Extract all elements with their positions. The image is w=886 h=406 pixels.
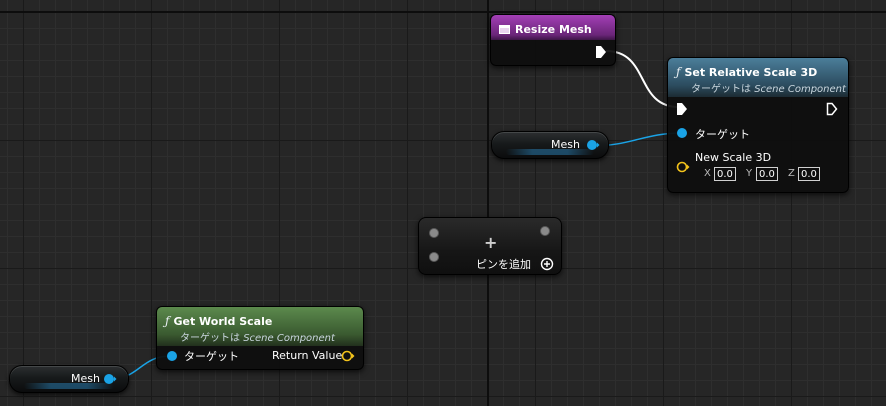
target-pin-label: ターゲット — [184, 350, 239, 363]
add-pin-node[interactable]: + ピンを追加 — [418, 217, 562, 275]
plus-icon: + — [484, 233, 498, 252]
get-world-scale-node[interactable]: ƒ Get World Scale ターゲットは Scene Component … — [156, 306, 364, 370]
function-icon: ƒ — [165, 314, 170, 328]
set-relative-scale-header[interactable]: ƒ Set Relative Scale 3D ターゲットは Scene Comp… — [668, 58, 848, 97]
scale-z-axis-label: Z — [788, 168, 795, 179]
mesh-variable-label: Mesh — [551, 138, 580, 151]
mesh-out-pin[interactable] — [586, 139, 600, 151]
input-pin-a[interactable] — [428, 227, 440, 239]
mesh-variable-label: Mesh — [71, 372, 100, 385]
add-circle-icon[interactable] — [540, 257, 554, 271]
mesh-out-pin[interactable] — [103, 373, 117, 385]
exec-out-pin[interactable] — [595, 45, 607, 59]
set-relative-scale-node[interactable]: ƒ Set Relative Scale 3D ターゲットは Scene Comp… — [667, 57, 849, 193]
scale-vector-fields: X 0.0 Y 0.0 Z 0.0 — [704, 167, 844, 183]
get-world-scale-title: Get World Scale — [173, 315, 273, 328]
mesh-variable-node-bottom[interactable]: Mesh — [9, 365, 129, 393]
get-world-scale-header[interactable]: ƒ Get World Scale ターゲットは Scene Component — [157, 307, 363, 346]
new-scale-pin-label: New Scale 3D — [695, 151, 772, 164]
exec-in-pin[interactable] — [676, 102, 688, 116]
event-icon — [499, 25, 510, 34]
input-pin-b[interactable] — [428, 251, 440, 263]
new-scale-pin[interactable] — [676, 161, 690, 173]
set-relative-scale-title: Set Relative Scale 3D — [684, 66, 818, 79]
scale-x-input[interactable]: 0.0 — [714, 167, 736, 181]
scale-z-input[interactable]: 0.0 — [798, 167, 820, 181]
get-world-scale-subtitle: ターゲットは Scene Component — [180, 333, 335, 344]
resize-mesh-node[interactable]: Resize Mesh — [490, 14, 616, 66]
output-pin[interactable] — [539, 225, 551, 237]
add-pin-label[interactable]: ピンを追加 — [476, 256, 531, 272]
return-value-label: Return Value — [272, 349, 343, 362]
scale-x-axis-label: X — [704, 168, 711, 179]
target-pin-label: ターゲット — [695, 128, 750, 141]
resize-mesh-header[interactable]: Resize Mesh — [491, 15, 615, 40]
function-icon: ƒ — [676, 65, 681, 79]
resize-mesh-title: Resize Mesh — [515, 23, 592, 36]
exec-then-pin[interactable] — [826, 102, 838, 116]
set-relative-scale-subtitle: ターゲットは Scene Component — [691, 84, 846, 95]
return-value-pin[interactable] — [341, 350, 355, 362]
scale-y-axis-label: Y — [746, 168, 753, 179]
target-pin[interactable] — [676, 127, 688, 139]
target-pin[interactable] — [166, 350, 178, 362]
scale-y-input[interactable]: 0.0 — [756, 167, 778, 181]
mesh-variable-node-top[interactable]: Mesh — [491, 131, 609, 159]
